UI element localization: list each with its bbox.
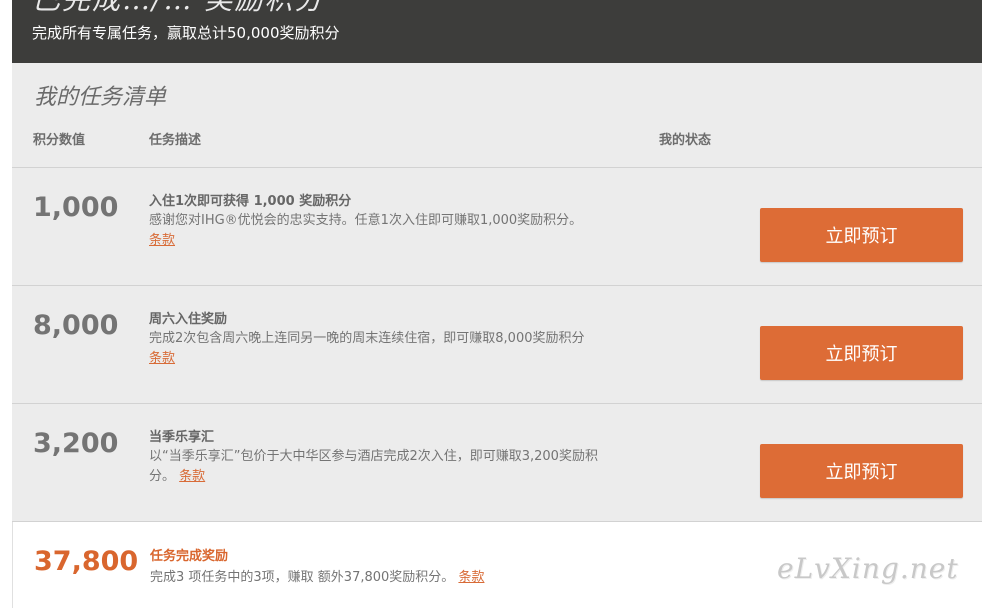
task-list-title: 我的任务清单: [34, 85, 167, 110]
bonus-points: 37,800: [34, 546, 139, 577]
task-row-2: 8,000 周六入住奖励 完成2次包含周六晚上连同另一晚的周末连续住宿，即可赚取…: [12, 286, 982, 404]
task-description: 感谢您对IHG®优悦会的忠实支持。任意1次入住即可赚取1,000奖励积分。: [149, 213, 583, 228]
book-now-button[interactable]: 立即预订: [760, 326, 963, 380]
task-row-3: 3,200 当季乐享汇 以“当季乐享汇”包价于大中华区参与酒店完成2次入住，即可…: [12, 404, 982, 522]
task-description: 完成2次包含周六晚上连同另一晚的周末连续住宿，即可赚取8,000奖励积分: [149, 331, 585, 346]
task-description-block: 以“当季乐享汇”包价于大中华区参与酒店完成2次入住，即可赚取3,200奖励积分。…: [149, 447, 619, 487]
bonus-description: 完成3 项任务中的3项，赚取 额外37,800奖励积分。: [150, 570, 455, 585]
task-title: 入住1次即可获得 1,000 奖励积分: [149, 194, 352, 209]
task-points: 3,200: [33, 428, 119, 459]
banner-title: 已完成…/… 奖励积分: [32, 0, 324, 18]
task-points: 1,000: [33, 192, 119, 223]
column-header-status: 我的状态: [659, 133, 712, 148]
terms-link[interactable]: 条款: [458, 570, 484, 585]
task-row-1: 1,000 入住1次即可获得 1,000 奖励积分 感谢您对IHG®优悦会的忠实…: [12, 168, 982, 286]
bonus-description-block: 完成3 项任务中的3项，赚取 额外37,800奖励积分。 条款: [150, 566, 484, 585]
task-description: 以“当季乐享汇”包价于大中华区参与酒店完成2次入住，即可赚取3,200奖励积分。: [149, 449, 598, 484]
column-header-points: 积分数值: [33, 133, 86, 148]
task-description-block: 感谢您对IHG®优悦会的忠实支持。任意1次入住即可赚取1,000奖励积分。 条款: [149, 211, 629, 251]
book-now-button[interactable]: 立即预订: [760, 208, 963, 262]
completion-bonus-row: 37,800 任务完成奖励 完成3 项任务中的3项，赚取 额外37,800奖励积…: [12, 522, 982, 608]
book-now-button[interactable]: 立即预订: [760, 444, 963, 498]
banner-subtitle: 完成所有专属任务，赢取总计50,000奖励积分: [32, 24, 340, 42]
header-banner: 已完成…/… 奖励积分 完成所有专属任务，赢取总计50,000奖励积分: [12, 0, 982, 63]
task-title: 周六入住奖励: [149, 312, 228, 327]
site-watermark: eLvXing.net: [777, 552, 959, 585]
terms-link[interactable]: 条款: [179, 469, 205, 484]
column-header-description: 任务描述: [149, 133, 202, 148]
task-title: 当季乐享汇: [149, 430, 215, 445]
task-description-block: 完成2次包含周六晚上连同另一晚的周末连续住宿，即可赚取8,000奖励积分 条款: [149, 329, 629, 369]
terms-link[interactable]: 条款: [149, 233, 175, 248]
terms-link[interactable]: 条款: [149, 351, 175, 366]
task-points: 8,000: [33, 310, 119, 341]
bonus-title: 任务完成奖励: [150, 549, 229, 564]
page: 已完成…/… 奖励积分 完成所有专属任务，赢取总计50,000奖励积分 我的任务…: [0, 0, 982, 608]
